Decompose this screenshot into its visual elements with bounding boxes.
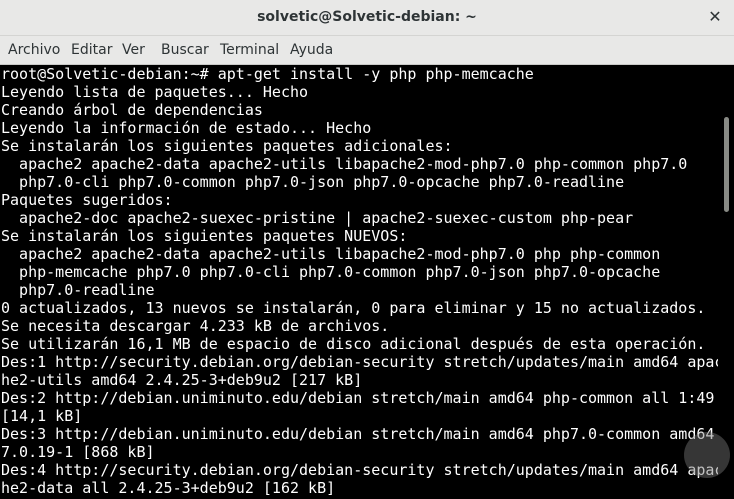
terminal-line: 7.0.19-1 [868 kB] <box>1 443 155 461</box>
menu-terminal[interactable]: Terminal <box>220 42 279 58</box>
terminal-line: root@Solvetic-debian:~# apt-get install … <box>1 65 534 83</box>
terminal-line: Se instalarán los siguientes paquetes ad… <box>1 137 453 155</box>
terminal-line: php7.0-cli php7.0-common php7.0-json php… <box>1 173 625 191</box>
terminal-line: Des:4 http://security.debian.org/debian-… <box>1 461 718 479</box>
menu-archivo[interactable]: Archivo <box>8 42 60 58</box>
terminal-line: php-memcache php7.0 php7.0-cli php7.0-co… <box>1 263 661 281</box>
terminal-line: Leyendo lista de paquetes... Hecho <box>1 83 309 101</box>
terminal-line: he2-data all 2.4.25-3+deb9u2 [162 kB] <box>1 479 336 497</box>
terminal-scrollbar[interactable] <box>718 65 734 499</box>
terminal-line: php7.0-readline <box>1 281 155 299</box>
terminal-line: Paquetes sugeridos: <box>1 191 173 209</box>
terminal-line: 0 actualizados, 13 nuevos se instalarán,… <box>1 299 706 317</box>
terminal-line: Des:1 http://security.debian.org/debian-… <box>1 353 718 371</box>
title-bar[interactable]: solvetic@Solvetic-debian: ~ ✕ <box>0 0 734 36</box>
menu-bar: Archivo Editar Ver Buscar Terminal Ayuda <box>0 36 734 65</box>
watermark-logo <box>684 432 730 478</box>
terminal-line: apache2 apache2-data apache2-utils libap… <box>1 245 661 263</box>
terminal-line: apache2 apache2-data apache2-utils libap… <box>1 155 688 173</box>
terminal-line: Creando árbol de dependencias <box>1 101 263 119</box>
terminal-line: Des:3 http://debian.uniminuto.edu/debian… <box>1 425 715 443</box>
menu-editar[interactable]: Editar <box>71 42 112 58</box>
menu-ayuda[interactable]: Ayuda <box>290 42 333 58</box>
menu-buscar[interactable]: Buscar <box>161 42 209 58</box>
window-title: solvetic@Solvetic-debian: ~ <box>257 9 477 25</box>
terminal-line: Se utilizarán 16,1 MB de espacio de disc… <box>1 335 706 353</box>
terminal-line: Se necesita descargar 4.233 kB de archiv… <box>1 317 390 335</box>
scrollbar-thumb[interactable] <box>724 117 729 212</box>
terminal-line: Se instalarán los siguientes paquetes NU… <box>1 227 408 245</box>
close-icon[interactable]: ✕ <box>706 8 724 26</box>
terminal-line: Leyendo la información de estado... Hech… <box>1 119 372 137</box>
terminal-output[interactable]: root@Solvetic-debian:~# apt-get install … <box>0 65 718 499</box>
terminal-line: apache2-doc apache2-suexec-pristine | ap… <box>1 209 634 227</box>
terminal-line: he2-utils amd64 2.4.25-3+deb9u2 [217 kB] <box>1 371 363 389</box>
terminal-line: [14,1 kB] <box>1 407 83 425</box>
terminal-line: Des:2 http://debian.uniminuto.edu/debian… <box>1 389 715 407</box>
menu-ver[interactable]: Ver <box>122 42 145 58</box>
